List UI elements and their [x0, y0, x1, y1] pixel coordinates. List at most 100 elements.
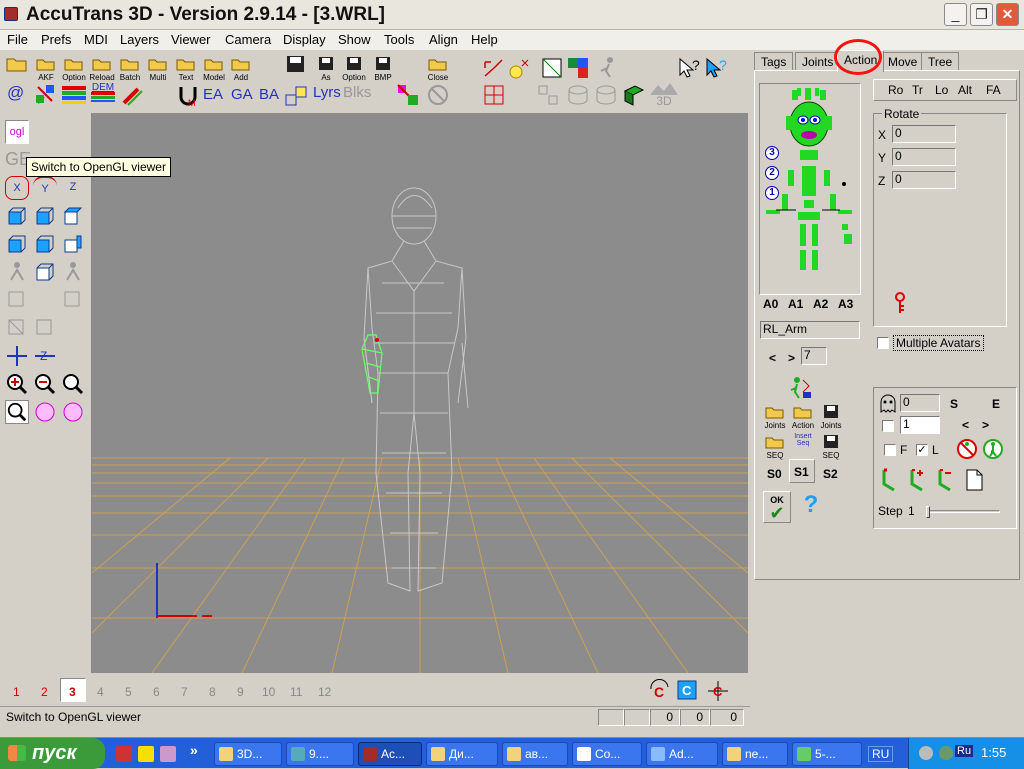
batch-button[interactable]: Batch: [116, 55, 144, 82]
close-button[interactable]: ✕: [996, 3, 1019, 26]
joint-index-field[interactable]: 7: [801, 347, 827, 365]
tray-language-icon[interactable]: Ru: [955, 745, 974, 757]
key-icon[interactable]: [892, 292, 908, 314]
tab-move[interactable]: Move: [881, 52, 925, 71]
3d-viewport[interactable]: [92, 113, 748, 673]
start-frame-field[interactable]: 0: [900, 394, 940, 412]
frame-7-button[interactable]: 7: [181, 685, 188, 699]
frame-12-button[interactable]: 12: [318, 685, 331, 699]
level-1-button[interactable]: 1: [765, 186, 779, 200]
save-joints-button[interactable]: Joints: [819, 403, 843, 430]
taskbar-item[interactable]: 5-...: [792, 742, 862, 766]
multiple-avatars-checkbox[interactable]: [877, 337, 889, 349]
alt-button[interactable]: Alt: [958, 83, 972, 97]
menu-camera[interactable]: Camera: [225, 32, 271, 47]
cube-back-icon[interactable]: [61, 232, 85, 256]
avatar-a1-button[interactable]: A1: [788, 297, 803, 311]
transform-icon[interactable]: [5, 316, 29, 340]
cube-wire-icon[interactable]: [33, 260, 57, 284]
arm-plus-icon[interactable]: [908, 468, 930, 492]
maximize-button[interactable]: ❐: [970, 3, 993, 26]
figure-gray-alt-icon[interactable]: [61, 260, 85, 284]
menu-prefs[interactable]: Prefs: [41, 32, 71, 47]
quick-launch-icon[interactable]: [116, 746, 132, 762]
fa-button[interactable]: FA: [986, 83, 1001, 97]
context-help-icon[interactable]: ?: [704, 56, 730, 82]
close-file-button[interactable]: Close: [424, 55, 452, 82]
avatar-a0-button[interactable]: A0: [763, 297, 778, 311]
walk-icon[interactable]: [982, 438, 1004, 460]
cube-right-icon[interactable]: [33, 232, 57, 256]
rotate-z-field[interactable]: 0: [892, 171, 956, 189]
taskbar-item[interactable]: Ad...: [646, 742, 718, 766]
rotate-c-icon[interactable]: C: [676, 679, 700, 703]
pencil-icon[interactable]: [120, 83, 144, 107]
cube-rotate-icon[interactable]: [5, 204, 29, 228]
terrain-3d-icon[interactable]: 3D: [650, 83, 678, 107]
menu-align[interactable]: Align: [429, 32, 458, 47]
color-bars-icon[interactable]: [62, 86, 86, 104]
quick-launch-icon[interactable]: [138, 746, 154, 762]
step-slider[interactable]: [926, 506, 1000, 518]
frame-4-button[interactable]: 4: [97, 685, 104, 699]
lyrs-button[interactable]: Lyrs: [313, 84, 341, 101]
menu-file[interactable]: File: [7, 32, 28, 47]
taskbar-item-active[interactable]: Ac...: [358, 742, 422, 766]
layers-icon[interactable]: [284, 83, 310, 107]
start-button[interactable]: пуск: [0, 738, 105, 769]
cube-top-icon[interactable]: [61, 204, 85, 228]
zoom-select-icon[interactable]: [5, 400, 29, 424]
load-action-button[interactable]: Action: [791, 403, 815, 430]
bmp-button[interactable]: BMP: [370, 55, 396, 82]
next-joint-button[interactable]: >: [788, 351, 795, 365]
chevron-right-icon[interactable]: »: [190, 742, 198, 758]
f-checkbox[interactable]: [884, 444, 896, 456]
frame-6-button[interactable]: 6: [153, 685, 160, 699]
minimize-button[interactable]: _: [944, 3, 967, 26]
insert-seq-button[interactable]: Insert Seq: [789, 433, 817, 447]
frame-10-button[interactable]: 10: [262, 685, 275, 699]
rotate-z-button[interactable]: Z: [61, 176, 85, 200]
option-button[interactable]: Option: [60, 55, 88, 82]
text-button[interactable]: Text: [172, 55, 200, 82]
save-option-button[interactable]: Option: [340, 55, 368, 82]
rotate-x-field[interactable]: 0: [892, 125, 956, 143]
add-button[interactable]: Add: [228, 55, 254, 82]
menu-mdi[interactable]: MDI: [84, 32, 108, 47]
frame-1-button[interactable]: 1: [13, 685, 20, 699]
taskbar-item[interactable]: ав...: [502, 742, 568, 766]
move-c-icon[interactable]: C: [706, 679, 730, 703]
cube-front-icon[interactable]: [33, 204, 57, 228]
align-grid-icon[interactable]: [536, 83, 560, 107]
ea-button[interactable]: EA: [203, 86, 223, 103]
rotate-y-field[interactable]: 0: [892, 148, 956, 166]
taskbar-item[interactable]: ne...: [722, 742, 788, 766]
menu-help[interactable]: Help: [471, 32, 498, 47]
joint-name-field[interactable]: RL_Arm: [760, 321, 860, 339]
rgb-arrows-icon[interactable]: [34, 83, 58, 107]
no-walk-icon[interactable]: [956, 438, 978, 460]
save-button[interactable]: [284, 55, 308, 73]
arm-minus-icon[interactable]: [936, 468, 958, 492]
taskbar-item[interactable]: Ди...: [426, 742, 498, 766]
scale-icon[interactable]: [508, 56, 532, 80]
frame-2-button[interactable]: 2: [41, 685, 48, 699]
tr-button[interactable]: Tr: [912, 83, 923, 97]
frame-3-active[interactable]: 3: [60, 678, 86, 702]
taskbar-item[interactable]: Co...: [572, 742, 642, 766]
opengl-viewer-button[interactable]: ogl: [5, 120, 29, 144]
zoom-extents-icon[interactable]: [33, 400, 57, 424]
frame-8-button[interactable]: 8: [209, 685, 216, 699]
frame-11-button[interactable]: 11: [290, 685, 302, 699]
help-button[interactable]: ?: [797, 491, 825, 523]
avatar-a3-button[interactable]: A3: [838, 297, 853, 311]
ghost-icon[interactable]: [878, 394, 898, 414]
cylinder-alt-icon[interactable]: [594, 83, 618, 107]
grid-arrows-icon[interactable]: [482, 83, 506, 107]
select-box-alt-icon[interactable]: [61, 288, 85, 312]
lo-button[interactable]: Lo: [935, 83, 948, 97]
next-frame-button[interactable]: >: [982, 418, 989, 432]
save-as-button[interactable]: As: [314, 55, 338, 82]
menu-viewer[interactable]: Viewer: [171, 32, 211, 47]
frame-count-field[interactable]: 1: [900, 416, 940, 434]
